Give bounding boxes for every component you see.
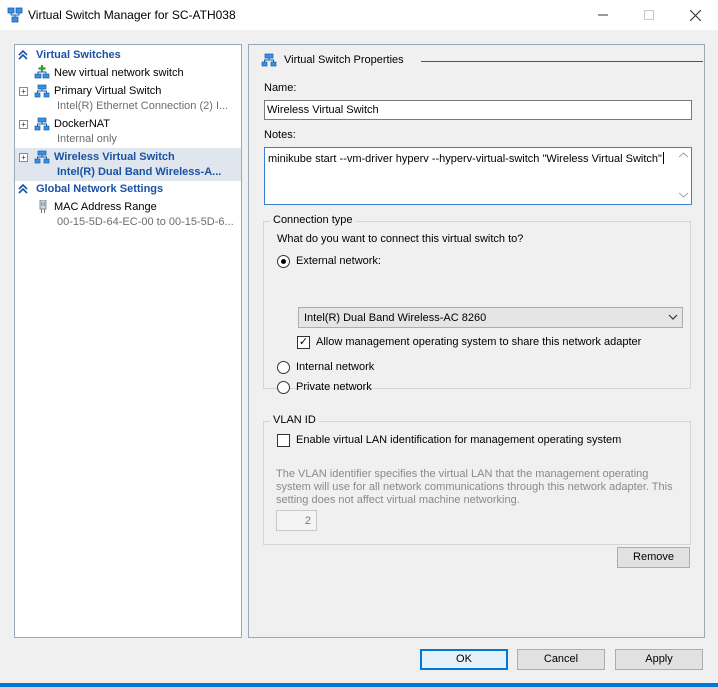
new-switch-label: New virtual network switch [54, 67, 184, 79]
switch-item-wireless[interactable]: + Wireless Virtual Switch Intel(R) Dual … [15, 148, 241, 181]
internal-network-radio[interactable] [277, 361, 290, 374]
virtual-switch-manager-icon [7, 7, 23, 23]
name-label: Name: [264, 82, 297, 94]
global-settings-label: Global Network Settings [36, 183, 164, 195]
scroll-up-icon[interactable] [679, 152, 688, 158]
text-caret [662, 152, 664, 164]
connection-question: What do you want to connect this virtual… [277, 233, 524, 245]
notes-field[interactable]: minikube start --vm-driver hyperv --hype… [264, 147, 692, 205]
switch-adapter: Intel(R) Ethernet Connection (2) I... [57, 100, 229, 112]
virtual-switches-label: Virtual Switches [36, 49, 121, 61]
maximize-icon [644, 10, 654, 20]
virtual-switches-header[interactable]: Virtual Switches [15, 48, 241, 63]
switch-properties-pane: Virtual Switch Properties Name: Wireless… [248, 44, 705, 638]
switch-name: Primary Virtual Switch [54, 85, 162, 97]
switch-name-field[interactable]: Wireless Virtual Switch [264, 100, 692, 120]
scroll-down-icon[interactable] [679, 192, 688, 198]
private-network-radio[interactable] [277, 381, 290, 394]
apply-button[interactable]: Apply [615, 649, 703, 670]
enable-vlan-checkbox[interactable] [277, 434, 290, 447]
notes-label: Notes: [264, 129, 296, 141]
switch-item-primary[interactable]: + Primary Virtual Switch Intel(R) Ethern… [15, 82, 241, 114]
collapse-chevron-icon [18, 49, 28, 60]
connection-type-group: Connection type What do you want to conn… [263, 214, 691, 389]
internal-network-label[interactable]: Internal network [296, 361, 374, 373]
window-title: Virtual Switch Manager for SC-ATH038 [28, 8, 236, 22]
vlan-id-input: 2 [276, 510, 317, 531]
external-network-radio[interactable] [277, 255, 290, 268]
chevron-down-icon [668, 314, 678, 320]
global-network-settings-header[interactable]: Global Network Settings [15, 182, 241, 197]
title-bar: Virtual Switch Manager for SC-ATH038 [0, 0, 718, 30]
switch-type: Internal only [57, 133, 117, 145]
network-adapter-icon [39, 200, 47, 213]
remove-button[interactable]: Remove [617, 547, 690, 568]
new-virtual-network-switch-item[interactable]: New virtual network switch [15, 64, 241, 81]
cancel-button[interactable]: Cancel [517, 649, 605, 670]
connection-type-legend: Connection type [270, 214, 356, 226]
switch-item-dockernat[interactable]: + DockerNAT Internal only [15, 115, 241, 147]
private-network-label[interactable]: Private network [296, 381, 372, 393]
notes-value: minikube start --vm-driver hyperv --hype… [268, 153, 662, 165]
minimize-button[interactable] [580, 0, 626, 30]
network-switch-icon [261, 53, 277, 67]
switch-adapter: Intel(R) Dual Band Wireless-A... [57, 166, 222, 178]
network-switch-icon [34, 117, 50, 131]
close-button[interactable] [672, 0, 718, 30]
mac-range-name: MAC Address Range [54, 201, 157, 213]
vlan-description: The VLAN identifier specifies the virtua… [276, 468, 673, 506]
expand-icon[interactable]: + [19, 153, 28, 162]
minimize-icon [598, 14, 608, 16]
expand-icon[interactable]: + [19, 120, 28, 129]
vlan-id-group: VLAN ID Enable virtual LAN identificatio… [263, 414, 691, 545]
window-bottom-edge [0, 683, 718, 687]
network-switch-icon [34, 84, 50, 98]
collapse-chevron-icon [18, 183, 28, 194]
switch-name-value: Wireless Virtual Switch [267, 104, 379, 116]
dialog-body: Virtual Switches New virtual network swi… [0, 30, 718, 687]
close-icon [689, 9, 701, 21]
header-divider [421, 61, 703, 62]
enable-vlan-label[interactable]: Enable virtual LAN identification for ma… [296, 434, 621, 446]
expand-icon[interactable]: + [19, 87, 28, 96]
adapter-selected-value: Intel(R) Dual Band Wireless-AC 8260 [304, 312, 487, 324]
external-network-label[interactable]: External network: [296, 255, 381, 267]
switch-name: DockerNAT [54, 118, 111, 130]
switch-list-pane: Virtual Switches New virtual network swi… [14, 44, 242, 638]
properties-header: Virtual Switch Properties [261, 53, 703, 69]
share-adapter-checkbox[interactable]: ✓ [297, 336, 310, 349]
ok-button[interactable]: OK [420, 649, 508, 670]
notes-scrollbar[interactable] [676, 148, 691, 204]
maximize-button[interactable] [626, 0, 672, 30]
mac-address-range-item[interactable]: MAC Address Range 00-15-5D-64-EC-00 to 0… [15, 199, 241, 231]
properties-title: Virtual Switch Properties [284, 54, 404, 66]
add-switch-icon [34, 65, 50, 79]
vlan-id-legend: VLAN ID [270, 414, 319, 426]
network-adapter-dropdown[interactable]: Intel(R) Dual Band Wireless-AC 8260 [298, 307, 683, 328]
switch-name: Wireless Virtual Switch [54, 151, 175, 163]
mac-range-value: 00-15-5D-64-EC-00 to 00-15-5D-6... [57, 216, 234, 228]
share-adapter-label[interactable]: Allow management operating system to sha… [316, 336, 641, 348]
network-switch-icon [34, 150, 50, 164]
